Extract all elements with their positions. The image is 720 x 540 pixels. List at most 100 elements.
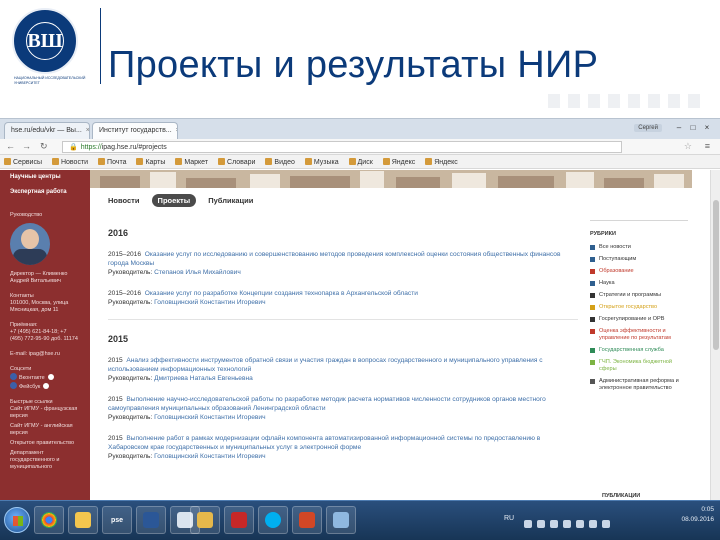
- rubric-item[interactable]: Наука: [590, 280, 688, 287]
- rubrics-heading: РУБРИКИ: [590, 231, 616, 237]
- reload-icon[interactable]: ↻: [40, 141, 48, 152]
- plus-icon: [43, 383, 50, 389]
- rubric-item[interactable]: ГЧП. Экономика бюджетной сферы: [590, 359, 688, 373]
- pdf-taskbar-icon[interactable]: [224, 506, 254, 534]
- network-icon[interactable]: [589, 520, 597, 528]
- maximize-icon[interactable]: □: [686, 123, 700, 132]
- bookmark-video[interactable]: Видео: [265, 158, 295, 166]
- apps-icon: [4, 158, 11, 165]
- phones-text: +7 (495) 621-84-18; +7 (495) 772-95-90 д…: [10, 329, 78, 342]
- paint-taskbar-icon[interactable]: [326, 506, 356, 534]
- tab-publications[interactable]: Публикации: [208, 194, 253, 207]
- tray-icon[interactable]: [576, 520, 584, 528]
- close-icon[interactable]: ×: [176, 127, 177, 134]
- project-lead-link[interactable]: Головщинский Константин Игоревич: [154, 453, 265, 460]
- rubric-marker-icon: [590, 281, 595, 286]
- disk-icon: [348, 158, 356, 165]
- tray-icon[interactable]: [524, 520, 532, 528]
- rubric-item[interactable]: Поступающим: [590, 256, 688, 263]
- explorer-taskbar-icon[interactable]: [68, 506, 98, 534]
- project-title-link[interactable]: Выполнение научно-исследовательской рабо…: [108, 396, 546, 412]
- header-divider: [100, 8, 101, 84]
- windows-taskbar: pse RU 0:05 08.09.2016: [0, 500, 720, 540]
- director-avatar: [10, 223, 50, 265]
- volume-icon[interactable]: [602, 520, 610, 528]
- tray-icon[interactable]: [550, 520, 558, 528]
- bookmark-disk[interactable]: Диск: [348, 158, 373, 166]
- browser-tab-1[interactable]: hse.ru/edu/vkr — Вы... ×: [4, 122, 90, 139]
- close-icon[interactable]: ×: [86, 127, 89, 134]
- facebook-link[interactable]: Фейсбук: [10, 382, 80, 391]
- word-taskbar-icon[interactable]: [136, 506, 166, 534]
- skype-taskbar-icon[interactable]: [258, 506, 288, 534]
- vk-link[interactable]: Вконтакте: [10, 373, 80, 382]
- menu-icon[interactable]: ≡: [705, 141, 710, 151]
- quick-link-english[interactable]: Сайт ИГМУ - английская версия: [10, 423, 80, 437]
- scrollbar-thumb[interactable]: [713, 200, 719, 350]
- powerpoint-taskbar-icon[interactable]: [292, 506, 322, 534]
- page-scrollbar[interactable]: [710, 170, 720, 500]
- project-lead-link[interactable]: Головщинский Константин Игоревич: [154, 414, 265, 421]
- rubric-item[interactable]: Административная реформа и электронное п…: [590, 378, 688, 392]
- plus-icon: [47, 374, 54, 380]
- rubric-item[interactable]: Открытое государство: [590, 304, 688, 311]
- minimize-icon[interactable]: –: [672, 123, 686, 132]
- slide-title: Проекты и результаты НИР: [108, 44, 599, 86]
- sidebar-item-research-centers[interactable]: Научные центры: [10, 174, 80, 181]
- address-text[interactable]: 101000, Москва, улица Мясницкая, дом 11: [10, 300, 80, 314]
- bookmark-services[interactable]: Сервисы: [4, 158, 42, 166]
- rubric-marker-icon: [590, 360, 595, 365]
- list-item: 2015 Анализ эффективности инструментов о…: [108, 357, 543, 382]
- email-link[interactable]: E-mail: ipag@hse.ru: [10, 351, 80, 358]
- project-lead-link[interactable]: Степанов Илья Михайлович: [154, 269, 241, 276]
- rubric-item[interactable]: Стратегии и программы: [590, 292, 688, 299]
- quick-link-french[interactable]: Сайт ИГМУ - французская версия: [10, 406, 80, 420]
- tab-news[interactable]: Новости: [108, 194, 139, 207]
- bookmark-market[interactable]: Маркет: [175, 158, 208, 166]
- rubric-marker-icon: [590, 379, 595, 384]
- profile-badge[interactable]: Сергей: [634, 124, 662, 132]
- rubric-item[interactable]: Все новости: [590, 244, 688, 251]
- chrome-taskbar-icon[interactable]: [34, 506, 64, 534]
- bookmark-dictionaries[interactable]: Словари: [218, 158, 255, 166]
- project-title-link[interactable]: Оказание услуг по разработке Концепции с…: [145, 290, 418, 297]
- tray-icon[interactable]: [563, 520, 571, 528]
- sidebar-item-expert-work[interactable]: Экспертная работа: [10, 189, 80, 196]
- url-path: /#projects: [136, 144, 167, 151]
- pse-taskbar-icon[interactable]: pse: [102, 506, 132, 534]
- rubric-marker-icon: [590, 269, 595, 274]
- project-title-link[interactable]: Выполнение работ в рамках модернизации о…: [108, 435, 540, 451]
- quick-link-department[interactable]: Департамент государственного и муниципал…: [10, 450, 80, 471]
- rubric-item[interactable]: Образование: [590, 268, 688, 275]
- bookmark-news[interactable]: Новости: [51, 158, 88, 166]
- project-lead-link[interactable]: Головщинский Константин Игоревич: [154, 299, 265, 306]
- tab-projects[interactable]: Проекты: [151, 194, 197, 207]
- director-caption[interactable]: Директор — Клименко Андрей Витальевич: [10, 271, 80, 285]
- start-button[interactable]: [4, 507, 30, 533]
- bookmark-yandex-1[interactable]: Яндекс: [382, 158, 415, 166]
- project-title-link[interactable]: Анализ эффективности инструментов обратн…: [108, 357, 543, 373]
- bookmark-maps[interactable]: Карты: [136, 158, 165, 166]
- bookmark-music[interactable]: Музыка: [304, 158, 339, 166]
- folder-taskbar-icon[interactable]: [190, 506, 220, 534]
- rubric-item[interactable]: Госрегулирование и ОРВ: [590, 316, 688, 323]
- reception-heading: Приёмная:: [10, 322, 38, 328]
- rubric-marker-icon: [590, 293, 595, 298]
- url-input[interactable]: 🔒 https://ipag.hse.ru/#projects: [62, 141, 622, 153]
- back-icon[interactable]: ←: [6, 141, 15, 151]
- close-window-icon[interactable]: ×: [700, 123, 714, 132]
- news-icon: [51, 158, 59, 165]
- forward-icon[interactable]: →: [22, 141, 31, 151]
- bookmark-yandex-2[interactable]: Яндекс: [425, 158, 458, 166]
- language-indicator[interactable]: RU: [504, 515, 514, 522]
- project-title-link[interactable]: Оказание услуг по исследованию и соверше…: [108, 251, 560, 267]
- clock[interactable]: 0:05 08.09.2016: [681, 505, 714, 525]
- project-lead-link[interactable]: Дмитриева Наталья Евгеньевна: [154, 375, 253, 382]
- quick-link-open-government[interactable]: Открытое правительство: [10, 440, 80, 447]
- bookmark-star-icon[interactable]: ☆: [684, 141, 692, 152]
- bookmark-mail[interactable]: Почта: [98, 158, 126, 166]
- tray-icon[interactable]: [537, 520, 545, 528]
- browser-tab-2[interactable]: Институт государств... ×: [92, 122, 178, 139]
- rubric-item[interactable]: Государственная служба: [590, 347, 688, 354]
- rubric-item[interactable]: Оценка эффективности и управление по рез…: [590, 328, 688, 342]
